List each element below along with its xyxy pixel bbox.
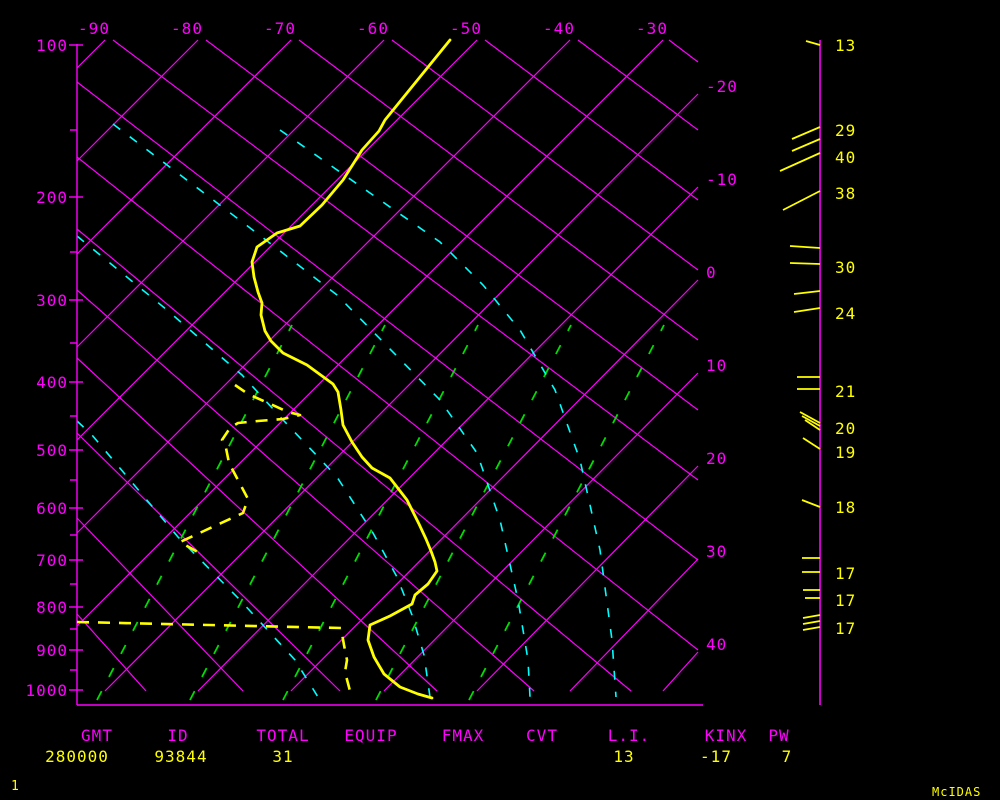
- svg-text:280000: 280000: [45, 747, 109, 766]
- mcidas-window: 100 200 300 400 500 600 700 800 900 1000 -90 -80 -70…: [0, 0, 1000, 800]
- svg-text:100: 100: [36, 36, 68, 55]
- svg-text:1000: 1000: [25, 681, 68, 700]
- svg-text:13: 13: [835, 36, 856, 55]
- svg-text:PW: PW: [768, 726, 789, 745]
- svg-text:600: 600: [36, 499, 68, 518]
- svg-text:30: 30: [835, 258, 856, 277]
- svg-text:L.I.: L.I.: [608, 726, 651, 745]
- svg-text:-30: -30: [636, 19, 668, 38]
- svg-text:29: 29: [835, 121, 856, 140]
- svg-text:-80: -80: [171, 19, 203, 38]
- svg-text:KINX: KINX: [705, 726, 748, 745]
- svg-text:24: 24: [835, 304, 856, 323]
- wind-speed-labels: 13 29 40 38 30 24 21 20 19 18 17 17 17: [835, 36, 856, 638]
- svg-text:900: 900: [36, 641, 68, 660]
- svg-text:10: 10: [706, 356, 727, 375]
- temperature-curve: [250, 38, 452, 700]
- svg-text:-50: -50: [450, 19, 482, 38]
- frame-number: 1: [11, 779, 19, 794]
- svg-text:TOTAL: TOTAL: [256, 726, 309, 745]
- svg-text:19: 19: [835, 443, 856, 462]
- svg-text:0: 0: [706, 263, 717, 282]
- svg-text:93844: 93844: [154, 747, 207, 766]
- svg-text:20: 20: [835, 419, 856, 438]
- svg-text:-90: -90: [78, 19, 110, 38]
- svg-text:-10: -10: [706, 170, 738, 189]
- svg-text:CVT: CVT: [526, 726, 558, 745]
- svg-text:17: 17: [835, 619, 856, 638]
- pressure-axis: [69, 44, 703, 706]
- svg-text:40: 40: [706, 635, 727, 654]
- mixing-ratio-lines: [96, 324, 665, 701]
- svg-text:17: 17: [835, 564, 856, 583]
- svg-text:800: 800: [36, 598, 68, 617]
- svg-text:17: 17: [835, 591, 856, 610]
- svg-text:FMAX: FMAX: [442, 726, 485, 745]
- svg-text:-70: -70: [264, 19, 296, 38]
- svg-text:200: 200: [36, 188, 68, 207]
- dewpoint-curve: [76, 383, 352, 692]
- stats-headers: GMT ID TOTAL EQUIP FMAX CVT L.I. KINX PW: [81, 726, 789, 745]
- svg-text:21: 21: [835, 382, 856, 401]
- svg-text:-60: -60: [357, 19, 389, 38]
- mcidas-brand: McIDAS: [932, 785, 982, 799]
- svg-text:-40: -40: [543, 19, 575, 38]
- svg-text:18: 18: [835, 498, 856, 517]
- svg-text:13: 13: [613, 747, 634, 766]
- stats-values: 280000 93844 31 13 -17 7: [45, 747, 793, 766]
- svg-text:300: 300: [36, 291, 68, 310]
- svg-text:GMT: GMT: [81, 726, 113, 745]
- svg-text:500: 500: [36, 441, 68, 460]
- svg-text:-17: -17: [700, 747, 732, 766]
- svg-text:EQUIP: EQUIP: [344, 726, 397, 745]
- svg-text:38: 38: [835, 184, 856, 203]
- isotherm-grid: [76, 39, 699, 692]
- svg-text:30: 30: [706, 542, 727, 561]
- svg-text:ID: ID: [167, 726, 188, 745]
- svg-text:700: 700: [36, 551, 68, 570]
- pressure-labels: 100 200 300 400 500 600 700 800 900 1000: [25, 36, 68, 700]
- svg-text:40: 40: [835, 148, 856, 167]
- svg-text:20: 20: [706, 449, 727, 468]
- wind-barbs: [779, 40, 821, 631]
- svg-text:-20: -20: [706, 77, 738, 96]
- sounding-chart: 1002003004005006007008009001000-90 -80 -70…: [25, 19, 856, 766]
- svg-text:31: 31: [272, 747, 293, 766]
- svg-text:7: 7: [782, 747, 793, 766]
- svg-text:400: 400: [36, 373, 68, 392]
